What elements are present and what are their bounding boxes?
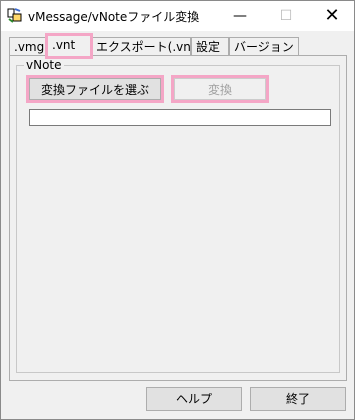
help-button[interactable]: ヘルプ <box>146 387 242 411</box>
file-path-field[interactable] <box>29 109 331 126</box>
close-button[interactable]: ✕ <box>309 1 355 31</box>
tab-panel-vnt: vNote 変換ファイルを選ぶ 変換 <box>9 55 347 381</box>
tab-vmg[interactable]: .vmg <box>9 37 47 55</box>
groupbox-label: vNote <box>24 58 64 72</box>
maximize-button[interactable]: ☐ <box>263 1 309 31</box>
tab-strip: .vmg .vnt エクスポート(.vnt) 設定 バージョン <box>9 33 349 59</box>
choose-file-button[interactable]: 変換ファイルを選ぶ <box>26 75 164 103</box>
title-bar[interactable]: vMessage/vNoteファイル変換 — ☐ ✕ <box>1 1 354 31</box>
vnote-groupbox: vNote 変換ファイルを選ぶ 変換 <box>16 58 340 373</box>
exit-button[interactable]: 終了 <box>250 387 346 411</box>
tab-settings[interactable]: 設定 <box>191 37 229 55</box>
tab-vnt[interactable]: .vnt <box>45 33 93 59</box>
app-window: vMessage/vNoteファイル変換 — ☐ ✕ .vmg .vnt エクス… <box>0 0 355 420</box>
tab-version[interactable]: バージョン <box>229 37 299 55</box>
convert-button[interactable]: 変換 <box>171 75 269 103</box>
minimize-button[interactable]: — <box>217 1 263 31</box>
tab-export-vnt[interactable]: エクスポート(.vnt) <box>91 37 200 55</box>
window-title: vMessage/vNoteファイル変換 <box>28 10 200 24</box>
app-icon <box>7 7 23 23</box>
